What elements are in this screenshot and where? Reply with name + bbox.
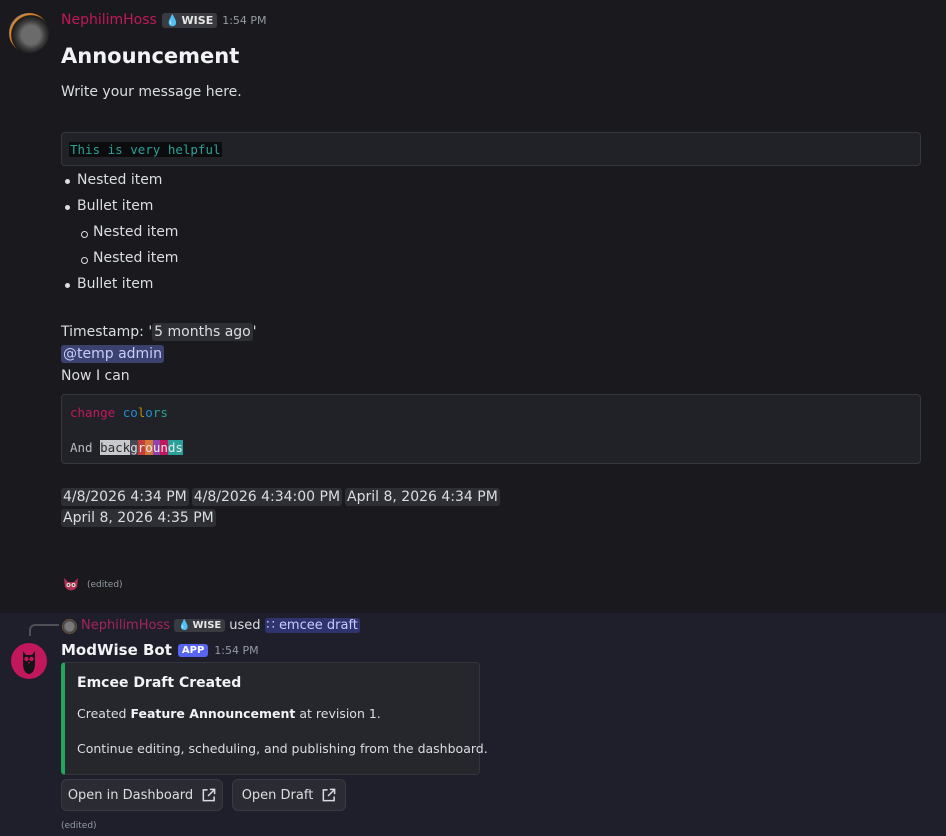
ansi-line-2: And backgrounds xyxy=(70,440,183,455)
embed-text: at revision 1. xyxy=(295,706,381,721)
bot-message-header: ModWise Bot APP 1:54 PM xyxy=(61,641,259,659)
user-avatar[interactable] xyxy=(9,13,49,53)
ansi-segment: o xyxy=(145,440,153,455)
bot-name[interactable]: ModWise Bot xyxy=(61,641,172,659)
code-block: This is very helpful xyxy=(61,132,921,166)
guild-tag-badge[interactable]: 💧 WISE xyxy=(161,12,218,28)
ansi-segment: And xyxy=(70,440,101,455)
ansi-segment: g xyxy=(130,440,138,455)
username[interactable]: NephilimHoss xyxy=(61,12,157,28)
command-icon: ∷ xyxy=(266,618,275,633)
date-timestamps-row: 4/8/2026 4:34 PM 4/8/2026 4:34:00 PM Apr… xyxy=(61,488,500,506)
app-tag: APP xyxy=(177,643,209,657)
reply-connector xyxy=(29,624,59,636)
ansi-segment: o xyxy=(145,405,153,420)
reply-used-text: used xyxy=(229,618,261,633)
button-label: Open in Dashboard xyxy=(67,787,194,803)
edited-label: (edited) xyxy=(61,821,97,831)
timestamp-suffix: ' xyxy=(252,324,257,340)
reply-preview[interactable]: NephilimHoss 💧 WISE used ∷ emcee draft xyxy=(81,618,360,633)
ansi-segment: ds xyxy=(167,440,183,455)
date-timestamps-row: April 8, 2026 4:35 PM xyxy=(61,509,216,527)
timestamp-line: Timestamp: ' 5 months ago ' xyxy=(61,323,257,341)
date-timestamp[interactable]: April 8, 2026 4:35 PM xyxy=(61,509,216,527)
embed-title: Emcee Draft Created xyxy=(77,675,242,691)
list-item: Bullet item xyxy=(64,198,154,214)
message-timestamp[interactable]: 1:54 PM xyxy=(222,14,266,27)
guild-tag-badge[interactable]: 💧 WISE xyxy=(174,619,226,632)
edited-label: (edited) xyxy=(87,580,123,590)
ansi-line-1: change colors xyxy=(70,405,168,420)
message-header: NephilimHoss 💧 WISE 1:54 PM xyxy=(61,12,267,28)
open-in-dashboard-button[interactable]: Open in Dashboard xyxy=(61,779,223,811)
date-timestamp[interactable]: April 8, 2026 4:34 PM xyxy=(345,488,500,506)
list-item-nested: Nested item xyxy=(80,250,179,266)
ansi-segment: co xyxy=(122,405,138,420)
ansi-segment: change xyxy=(70,405,116,420)
embed-line-2: Continue editing, scheduling, and publis… xyxy=(77,741,488,756)
role-mention-line: @temp admin xyxy=(61,345,164,363)
now-text: Now I can xyxy=(61,368,130,384)
ansi-segment xyxy=(115,405,123,420)
button-label: Open Draft xyxy=(241,787,314,803)
date-timestamp[interactable]: 4/8/2026 4:34:00 PM xyxy=(191,488,343,506)
list-item: Nested item xyxy=(64,172,163,188)
open-draft-button[interactable]: Open Draft xyxy=(232,779,346,811)
badge-label: WISE xyxy=(192,620,222,631)
code-line: This is very helpful xyxy=(69,142,222,157)
badge-label: WISE xyxy=(181,13,214,27)
list-item: Bullet item xyxy=(64,276,154,292)
reaction-emoji-icon[interactable] xyxy=(61,575,81,595)
command-name: emcee draft xyxy=(278,618,358,633)
date-timestamp[interactable]: 4/8/2026 4:34 PM xyxy=(61,488,189,506)
embed-text: Created xyxy=(77,706,131,721)
message-timestamp[interactable]: 1:54 PM xyxy=(214,644,258,657)
bot-avatar[interactable] xyxy=(11,643,47,679)
message-announcement: NephilimHoss 💧 WISE 1:54 PM Announcement … xyxy=(0,0,946,613)
embed-card: Emcee Draft Created Created Feature Anno… xyxy=(61,662,488,775)
reply-username[interactable]: NephilimHoss xyxy=(81,618,170,633)
ansi-segment: back xyxy=(100,440,131,455)
ansi-code-block: change colors And backgrounds xyxy=(61,394,921,464)
slash-command[interactable]: ∷ emcee draft xyxy=(264,618,360,633)
message-heading: Announcement xyxy=(61,44,240,68)
ansi-segment: rs xyxy=(152,405,168,420)
droplet-icon: 💧 xyxy=(165,13,180,27)
relative-timestamp[interactable]: 5 months ago xyxy=(152,323,253,341)
message-bot-response: NephilimHoss 💧 WISE used ∷ emcee draft Mo… xyxy=(0,613,946,836)
role-mention[interactable]: @temp admin xyxy=(61,345,164,363)
external-link-icon xyxy=(202,788,216,801)
embed-bold-text: Feature Announcement xyxy=(130,706,296,721)
embed-line-1: Created Feature Announcement at revision… xyxy=(77,706,381,721)
list-item-nested: Nested item xyxy=(80,224,179,240)
intro-text: Write your message here. xyxy=(61,84,242,100)
reply-avatar[interactable] xyxy=(62,619,77,634)
timestamp-prefix: Timestamp: ' xyxy=(61,324,153,340)
droplet-icon: 💧 xyxy=(178,620,191,631)
ansi-segment: n xyxy=(160,440,168,455)
external-link-icon xyxy=(322,788,336,801)
